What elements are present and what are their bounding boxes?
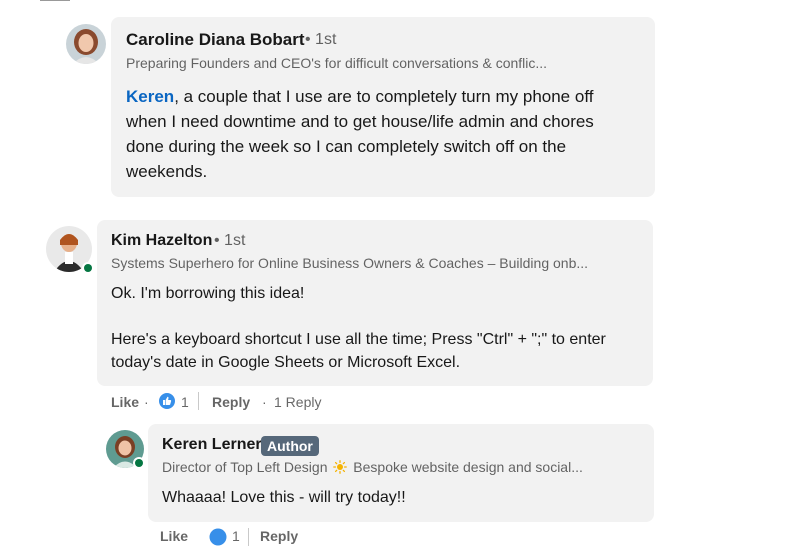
avatar-caroline[interactable] [66,24,106,64]
author-headline: Director of Top Left Design Bespoke webs… [162,459,583,475]
comment-author-name[interactable]: Caroline Diana Bobart [126,30,305,50]
like-button[interactable]: Like [111,394,139,410]
reaction-count[interactable]: 1 [232,528,240,544]
author-headline: Systems Superhero for Online Business Ow… [111,255,589,271]
comment-text: Ok. I'm borrowing this idea! Here's a ke… [111,285,606,371]
comment-author-name[interactable]: Kim Hazelton [111,232,212,250]
comment-text: Keren, a couple that I use are to comple… [126,87,594,181]
reply-button[interactable]: Reply [260,528,298,544]
sun-emoji-icon [333,460,348,474]
comment-text: Whaaaa! Love this - will try today!! [162,489,406,506]
online-status-icon [133,457,145,469]
author-badge: Author [261,436,319,456]
action-divider [248,528,249,546]
like-reaction-icon[interactable] [158,392,176,410]
connection-degree: • 1st [305,31,337,48]
reply-button[interactable]: Reply [212,394,250,410]
separator-dot: · [144,394,149,410]
mention-link[interactable]: Keren [126,87,174,106]
online-status-icon [82,262,94,274]
action-divider [198,392,199,410]
separator-dot: · [262,394,267,410]
connection-degree: • 1st [214,232,246,249]
like-reaction-icon[interactable] [209,528,227,546]
reaction-count[interactable]: 1 [181,394,189,410]
comment-author-name[interactable]: Keren Lerner [162,436,262,454]
like-button[interactable]: Like [160,528,188,544]
replies-count-link[interactable]: 1 Reply [274,394,321,410]
author-headline: Preparing Founders and CEO's for difficu… [126,55,548,71]
previous-content-fragment [40,0,80,2]
reply-actions-row: Like 1 Reply [160,528,360,550]
